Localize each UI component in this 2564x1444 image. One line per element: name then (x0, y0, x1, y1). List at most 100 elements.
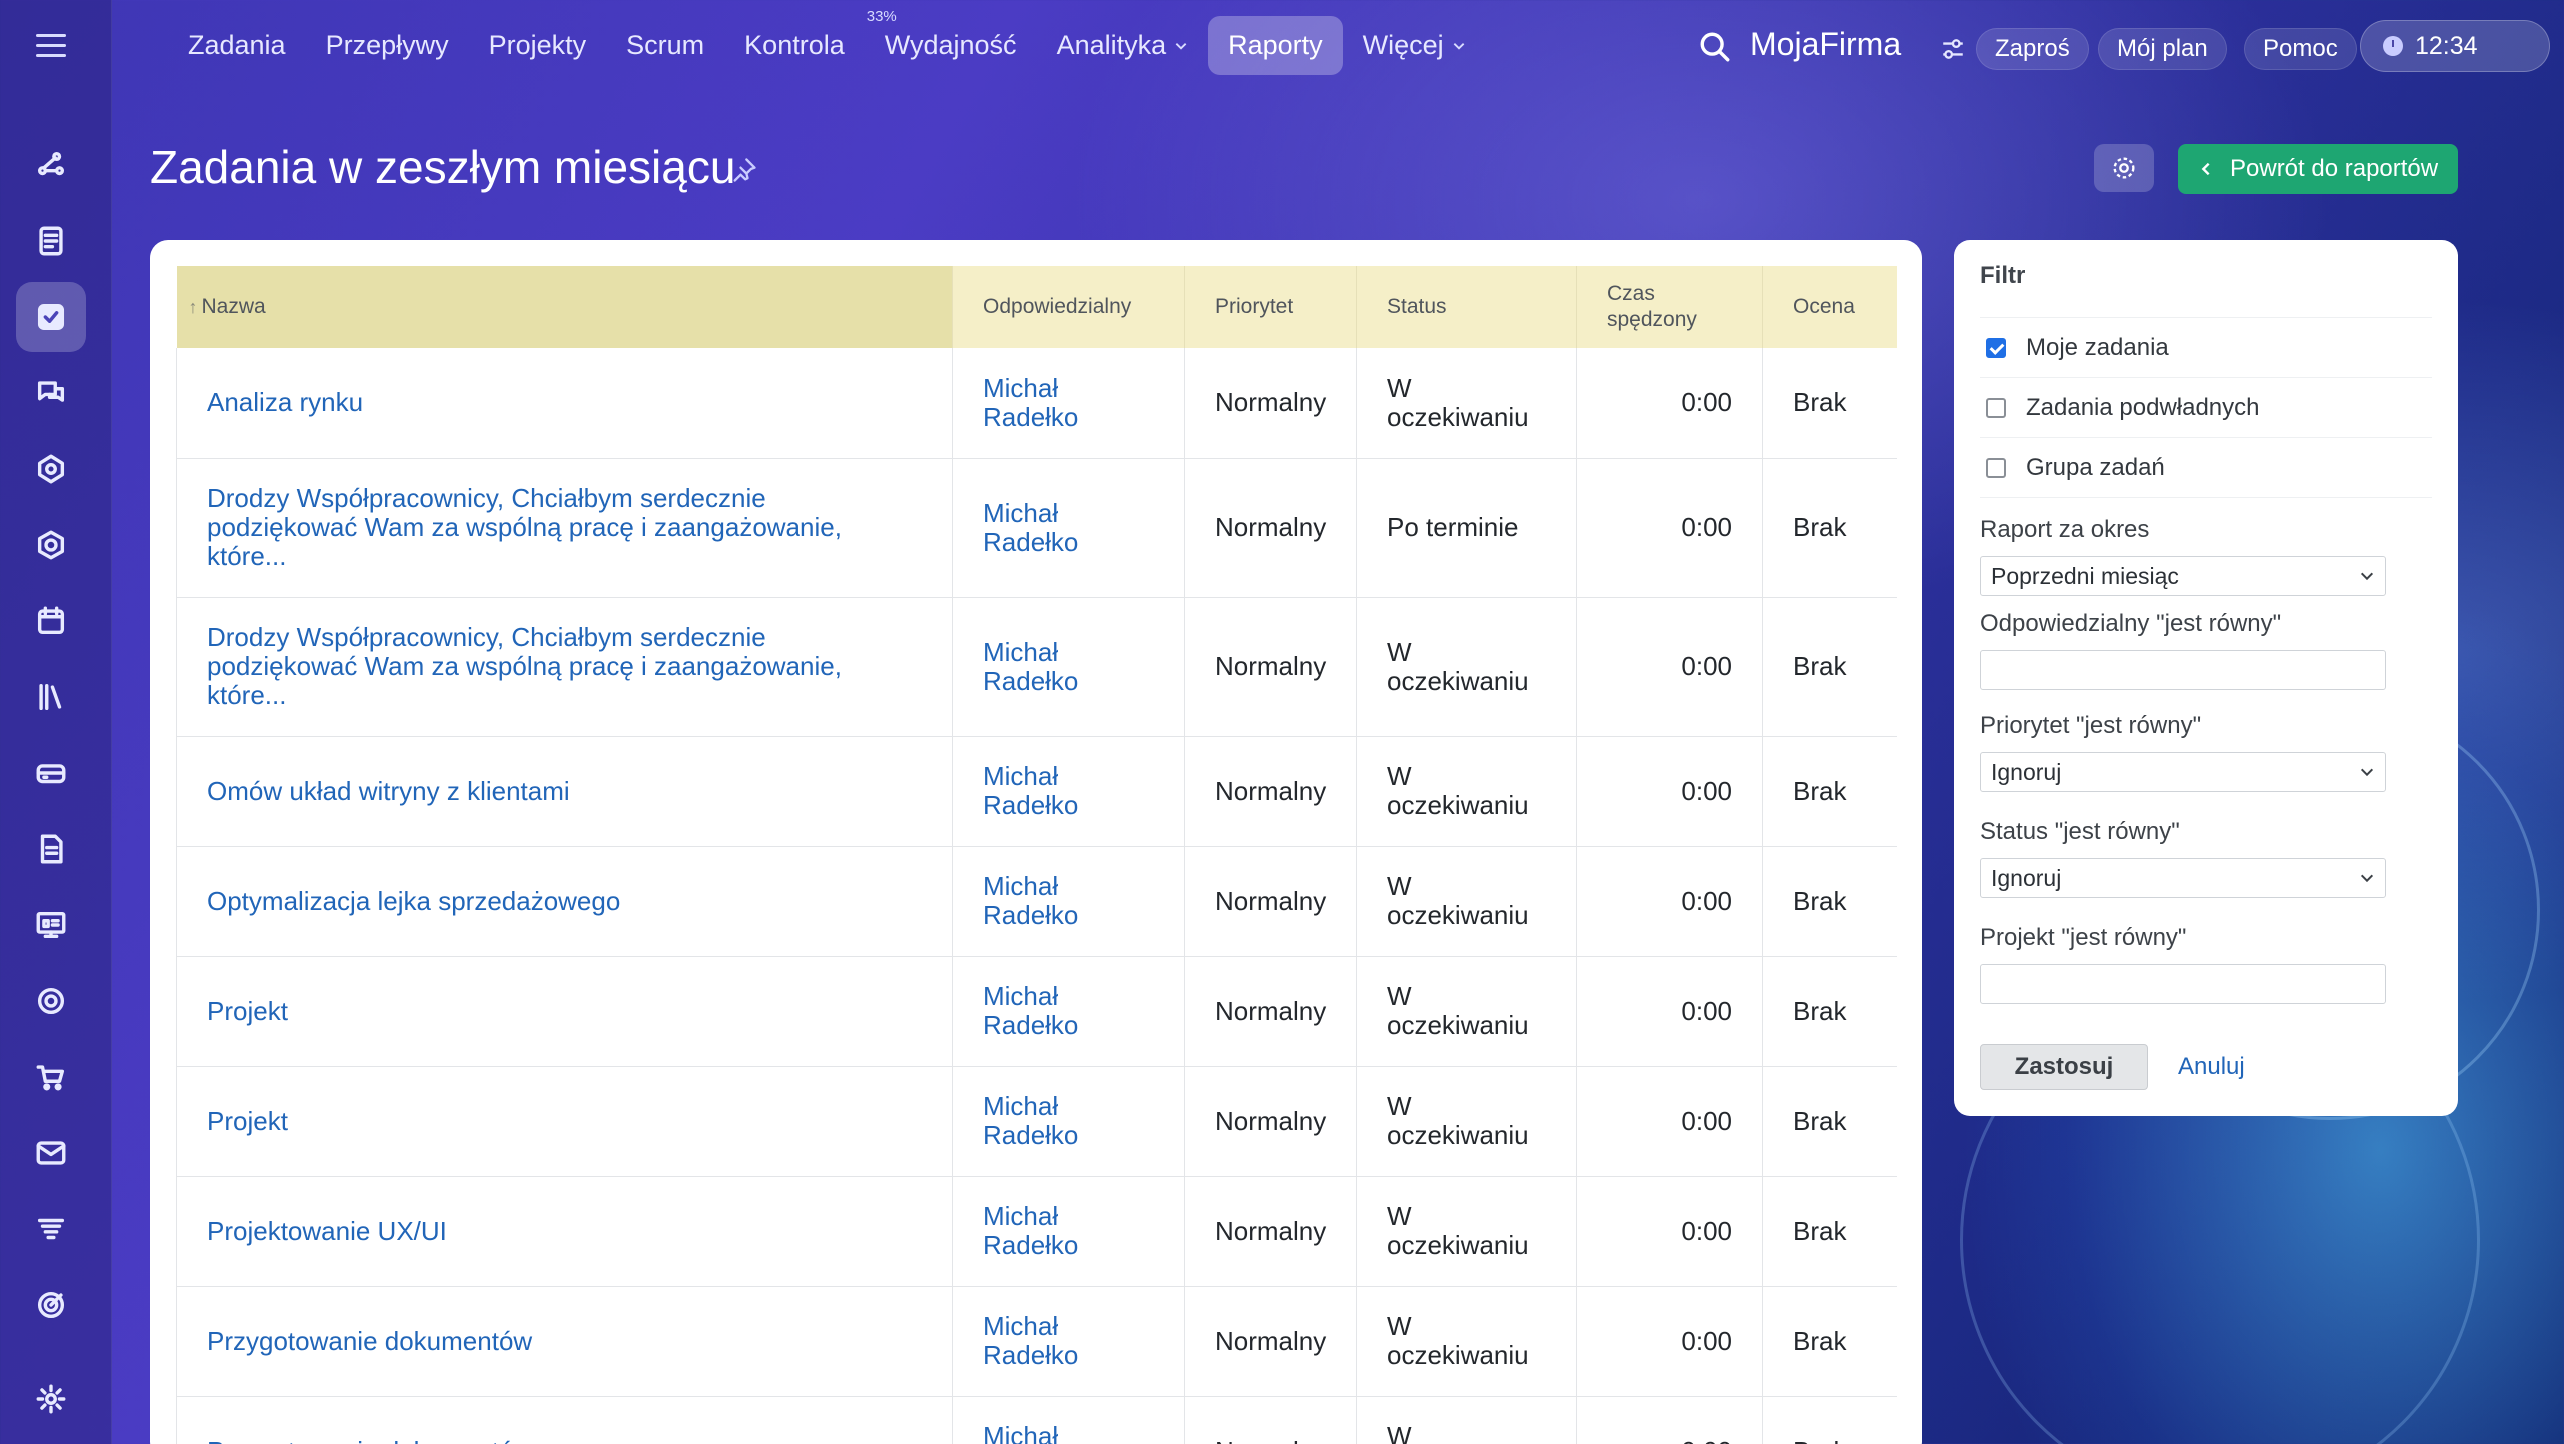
nav-flows[interactable]: Przepływy (306, 16, 469, 75)
menu-icon[interactable] (36, 34, 66, 58)
time-cell: 0:00 (1576, 458, 1763, 598)
back-to-reports-button[interactable]: Powrót do raportów (2178, 144, 2458, 194)
tasks-icon[interactable] (16, 282, 86, 352)
help-button[interactable]: Pomoc (2244, 28, 2357, 70)
nav-scrum[interactable]: Scrum (606, 16, 724, 75)
task-link[interactable]: Optymalizacja lejka sprzedażowego (207, 886, 620, 916)
sites-icon[interactable] (16, 510, 86, 580)
chevron-down-icon (2360, 768, 2374, 777)
column-header-name[interactable]: ↑ Nazwa (176, 266, 953, 348)
apply-button[interactable]: Zastosuj (1980, 1044, 2148, 1090)
status-cell: W oczekiwaniu (1356, 736, 1577, 847)
time-cell: 0:00 (1576, 846, 1763, 957)
rating-cell: Brak (1762, 736, 1897, 847)
nav-tasks[interactable]: Zadania (168, 16, 306, 75)
report-settings-button[interactable] (2094, 144, 2154, 192)
status-cell: W oczekiwaniu (1356, 1396, 1577, 1444)
filter-panel: Filtr Moje zadania Zadania podwładnych G… (1954, 240, 2458, 1116)
column-header-priority[interactable]: Priorytet (1184, 266, 1357, 348)
settings-icon[interactable] (16, 1364, 86, 1434)
invite-button[interactable]: Zaproś (1976, 28, 2089, 70)
mail-icon[interactable] (16, 1118, 86, 1188)
responsible-link[interactable]: Michał Radełko (983, 1201, 1078, 1260)
search-icon[interactable] (1698, 30, 1732, 64)
responsible-link[interactable]: Michał Radełko (983, 498, 1078, 557)
shop-icon[interactable] (16, 1042, 86, 1112)
checkbox-checked[interactable] (1986, 337, 2006, 358)
task-link[interactable]: Analiza rynku (207, 387, 363, 417)
time-cell: 0:00 (1576, 1066, 1763, 1177)
priority-select[interactable]: Ignoruj (1980, 752, 2386, 792)
document-icon[interactable] (16, 206, 86, 276)
table-row: Drodzy Współpracownicy, Chciałbym serdec… (176, 597, 1897, 737)
drive-icon[interactable] (16, 738, 86, 808)
column-header-status[interactable]: Status (1356, 266, 1577, 348)
nav-reports[interactable]: Raporty (1208, 16, 1343, 75)
task-link[interactable]: Projektowanie UX/UI (207, 1216, 447, 1246)
nav-control[interactable]: Kontrola (724, 16, 865, 75)
time-cell: 0:00 (1576, 736, 1763, 847)
knowledge-icon[interactable] (16, 662, 86, 732)
responsible-input[interactable] (1980, 650, 2386, 690)
task-link[interactable]: Projekt (207, 1106, 288, 1136)
responsible-link[interactable]: Michał Radełko (983, 1311, 1078, 1370)
feed-icon[interactable] (16, 130, 86, 200)
funnel-icon[interactable] (16, 1194, 86, 1264)
responsible-link[interactable]: Michał Radełko (983, 1091, 1078, 1150)
checkbox[interactable] (1986, 457, 2006, 478)
responsible-link[interactable]: Michał Radełko (983, 1421, 1078, 1444)
responsible-link[interactable]: Michał Radełko (983, 981, 1078, 1040)
table-row: Projekt Michał Radełko Normalny W oczeki… (176, 956, 1897, 1067)
time-cell: 0:00 (1576, 597, 1763, 737)
settings-sliders-icon[interactable] (1940, 36, 1966, 62)
column-header-rating[interactable]: Ocena (1762, 266, 1897, 348)
chat-icon[interactable] (16, 358, 86, 428)
contact-center-icon[interactable] (16, 966, 86, 1036)
my-plan-button[interactable]: Mój plan (2098, 28, 2227, 70)
task-link[interactable]: Przygotowanie dokumentów (207, 1436, 532, 1444)
filter-my-tasks[interactable]: Moje zadania (1980, 318, 2432, 378)
presentation-icon[interactable] (16, 890, 86, 960)
cancel-link[interactable]: Anuluj (2178, 1053, 2245, 1081)
column-header-responsible[interactable]: Odpowiedzialny (952, 266, 1185, 348)
filter-subordinates-tasks[interactable]: Zadania podwładnych (1980, 378, 2432, 438)
page-title: Zadania w zeszłym miesiącu (150, 141, 736, 193)
nav-projects[interactable]: Projekty (469, 16, 607, 75)
responsible-link[interactable]: Michał Radełko (983, 373, 1078, 432)
status-cell: W oczekiwaniu (1356, 1066, 1577, 1177)
docs-icon[interactable] (16, 814, 86, 884)
responsible-link[interactable]: Michał Radełko (983, 871, 1078, 930)
responsible-link[interactable]: Michał Radełko (983, 637, 1078, 696)
sort-up-icon: ↑ (188, 297, 198, 317)
task-link[interactable]: Omów układ witryny z klientami (207, 776, 570, 806)
responsible-link[interactable]: Michał Radełko (983, 761, 1078, 820)
company-name[interactable]: MojaFirma (1750, 26, 1901, 63)
crm-icon[interactable] (16, 434, 86, 504)
pin-icon[interactable] (730, 156, 758, 184)
chevron-down-icon (1453, 42, 1465, 50)
report-table-card: ↑ Nazwa Odpowiedzialny Priorytet Status C… (150, 240, 1922, 1444)
time-tracker-button[interactable]: 12:34 (2360, 20, 2550, 72)
nav-efficiency[interactable]: 33% Wydajność (865, 8, 1037, 75)
task-link[interactable]: Drodzy Współpracownicy, Chciałbym serdec… (207, 483, 842, 571)
priority-cell: Normalny (1184, 1396, 1357, 1444)
period-select[interactable]: Poprzedni miesiąc (1980, 556, 2386, 596)
task-link[interactable]: Drodzy Współpracownicy, Chciałbym serdec… (207, 622, 842, 710)
chevron-down-icon (2360, 572, 2374, 581)
calendar-icon[interactable] (16, 586, 86, 656)
table-row: Optymalizacja lejka sprzedażowego Michał… (176, 846, 1897, 957)
table-row: Projekt Michał Radełko Normalny W oczeki… (176, 1066, 1897, 1177)
column-header-time[interactable]: Czas spędzony (1576, 266, 1763, 348)
task-link[interactable]: Projekt (207, 996, 288, 1026)
nav-more[interactable]: Więcej (1343, 16, 1486, 75)
filter-task-group[interactable]: Grupa zadań (1980, 438, 2432, 498)
priority-cell: Normalny (1184, 458, 1357, 598)
project-input[interactable] (1980, 964, 2386, 1004)
checkbox[interactable] (1986, 397, 2006, 418)
goals-icon[interactable] (16, 1270, 86, 1340)
priority-cell: Normalny (1184, 956, 1357, 1067)
rating-cell: Brak (1762, 1066, 1897, 1177)
task-link[interactable]: Przygotowanie dokumentów (207, 1326, 532, 1356)
status-select[interactable]: Ignoruj (1980, 858, 2386, 898)
nav-analytics[interactable]: Analityka (1037, 16, 1209, 75)
